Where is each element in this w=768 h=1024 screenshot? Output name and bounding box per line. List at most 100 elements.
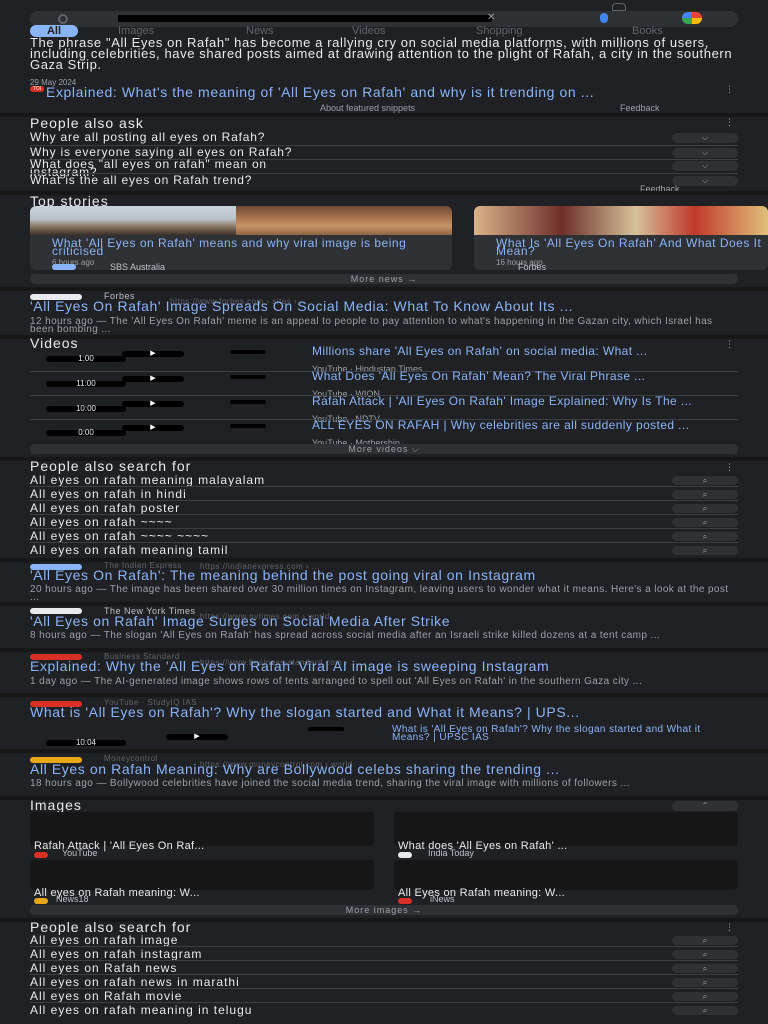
image-result[interactable] <box>30 860 374 890</box>
channel-logo-icon <box>230 350 266 354</box>
clear-icon[interactable]: ✕ <box>487 13 495 23</box>
related-search-text: All eyes on rafah in hindi <box>30 487 187 501</box>
search-icon[interactable]: ⌕ <box>672 978 738 987</box>
result-title-link[interactable]: 'All Eyes On Rafah': The meaning behind … <box>30 568 736 582</box>
mic-icon[interactable] <box>600 13 608 23</box>
video-side-title[interactable]: What is 'All Eyes on Rafah'? Why the slo… <box>392 725 732 743</box>
divider <box>0 335 768 339</box>
result-description: 12 hours ago — The 'All Eyes On Rafah' m… <box>30 316 713 335</box>
channel-logo-icon <box>308 727 344 731</box>
story-title[interactable]: What Is 'All Eyes On Rafah' And What Doe… <box>496 237 768 257</box>
related-search-text: All eyes on Rafah movie <box>30 989 183 1003</box>
chevron-down-icon[interactable]: ⌵ <box>672 148 738 158</box>
video-duration: 11:00 <box>46 380 126 388</box>
video-duration: 1:00 <box>46 355 126 363</box>
more-images-button[interactable]: More images → <box>30 905 738 915</box>
paa-item[interactable]: Why are all posting all eyes on Rafah? ⌵ <box>30 131 738 146</box>
play-icon[interactable]: ▶ <box>166 733 228 740</box>
channel-logo-icon <box>230 375 266 379</box>
story-image <box>236 206 452 235</box>
lens-icon[interactable] <box>682 12 702 24</box>
search-icon[interactable]: ⌕ <box>672 532 738 541</box>
video-title[interactable]: Rafah Attack | 'All Eyes On Rafah' Image… <box>312 395 736 407</box>
result-title-link[interactable]: What is 'All Eyes on Rafah'? Why the slo… <box>30 705 736 719</box>
result-description: 1 day ago — The AI-generated image shows… <box>30 676 643 687</box>
more-options-icon[interactable]: ⋮ <box>725 118 734 127</box>
sbs-logo-icon <box>52 264 76 270</box>
related-search-text: All eyes on Rafah news <box>30 961 178 975</box>
image-result[interactable] <box>394 860 738 890</box>
related-search-text: All eyes on rafah image <box>30 933 179 947</box>
divider <box>0 796 768 800</box>
related-search-text: All eyes on rafah ~~~~ <box>30 515 173 529</box>
search-icon[interactable]: ⌕ <box>672 546 738 555</box>
related-search-item[interactable]: All eyes on rafah meaning tamil ⌕ <box>30 544 738 559</box>
search-icon[interactable]: ⌕ <box>672 518 738 527</box>
story-card[interactable]: What 'All Eyes on Rafah' means and why v… <box>30 206 452 270</box>
related-search-text: All eyes on rafah poster <box>30 501 181 515</box>
story-source: SBS Australia <box>110 262 166 270</box>
paa-question: What is the all eyes on Rafah trend? <box>30 173 253 187</box>
image-caption[interactable]: All Eyes on Rafah meaning: W... <box>398 888 565 899</box>
channel-logo-icon <box>230 424 266 428</box>
search-icon[interactable]: ⌕ <box>672 950 738 959</box>
search-icon[interactable]: ⌕ <box>672 964 738 973</box>
chevron-up-icon[interactable]: ⌃ <box>672 801 738 811</box>
account-icon[interactable] <box>612 3 626 11</box>
search-icon[interactable]: ⌕ <box>672 504 738 513</box>
image-caption[interactable]: What does 'All Eyes on Rafah' ... <box>398 841 567 852</box>
image-caption[interactable]: Rafah Attack | 'All Eyes On Raf... <box>34 841 204 852</box>
image-source: India Today <box>428 848 474 858</box>
result-description: 18 hours ago — Bollywood celebrities hav… <box>30 778 630 789</box>
result-title-link[interactable]: Explained: Why the 'All Eyes on Rafah' V… <box>30 659 736 673</box>
play-icon[interactable]: ▶ <box>122 375 184 382</box>
video-item[interactable]: 0:00 ▶ ALL EYES ON RAFAH | Why celebriti… <box>30 419 738 448</box>
chevron-down-icon[interactable]: ⌵ <box>672 176 738 186</box>
paa-title: People also ask <box>30 115 144 131</box>
more-videos-button[interactable]: More videos ⌵ <box>30 444 738 454</box>
related-search-text: All eyes on rafah news in marathi <box>30 975 240 989</box>
result-title-link[interactable]: 'All Eyes On Rafah' Image Spreads On Soc… <box>30 299 736 313</box>
video-duration: 0:00 <box>46 429 126 437</box>
story-image <box>30 206 236 235</box>
play-icon[interactable]: ▶ <box>122 350 184 357</box>
chevron-down-icon[interactable]: ⌵ <box>672 161 738 171</box>
pasf-title: People also search for <box>30 919 192 935</box>
play-icon[interactable]: ▶ <box>122 400 184 407</box>
youtube-favicon-icon <box>34 852 48 858</box>
image-source: iNews <box>430 894 455 904</box>
pasf-title: People also search for <box>30 458 192 474</box>
result-title-link[interactable]: 'All Eyes on Rafah' Image Surges on Soci… <box>30 614 736 628</box>
search-icon[interactable]: ⌕ <box>672 1006 738 1015</box>
search-icon[interactable]: ⌕ <box>672 992 738 1001</box>
video-duration: 10:00 <box>46 405 126 413</box>
image-source: News18 <box>56 894 89 904</box>
more-options-icon[interactable]: ⋮ <box>725 923 734 932</box>
related-search-text: All eyes on rafah meaning in telugu <box>30 1003 253 1017</box>
more-options-icon[interactable]: ⋮ <box>725 85 734 94</box>
related-search-item[interactable]: All eyes on rafah meaning in telugu ⌕ <box>30 1003 738 1019</box>
indiatoday-favicon-icon <box>398 852 412 858</box>
paa-item[interactable]: What is the all eyes on Rafah trend? ⌵ <box>30 173 738 189</box>
play-icon[interactable]: ▶ <box>122 424 184 431</box>
search-icon[interactable]: ⌕ <box>672 476 738 485</box>
story-card[interactable]: What Is 'All Eyes On Rafah' And What Doe… <box>474 206 768 270</box>
about-featured-snippets[interactable]: About featured snippets <box>320 103 415 113</box>
featured-title-link[interactable]: Explained: What's the meaning of 'All Ey… <box>46 85 736 99</box>
related-search-text: All eyes on rafah meaning malayalam <box>30 473 266 487</box>
video-title[interactable]: What Does 'All Eyes On Rafah' Mean? The … <box>312 370 736 382</box>
result-title-link[interactable]: All Eyes on Rafah Meaning: Why are Bolly… <box>30 762 736 776</box>
image-source: YouTube <box>62 848 98 858</box>
story-source: Forbes <box>518 262 547 270</box>
video-title[interactable]: Millions share 'All Eyes on Rafah' on so… <box>312 345 736 357</box>
search-input[interactable] <box>118 15 492 22</box>
divider <box>0 693 768 697</box>
video-title[interactable]: ALL EYES ON RAFAH | Why celebrities are … <box>312 419 736 431</box>
search-icon[interactable]: ⌕ <box>672 490 738 499</box>
search-icon[interactable]: ⌕ <box>672 936 738 945</box>
chevron-down-icon[interactable]: ⌵ <box>672 133 738 143</box>
more-news-button[interactable]: More news → <box>30 274 738 284</box>
story-title[interactable]: What 'All Eyes on Rafah' means and why v… <box>52 237 452 257</box>
feedback-link[interactable]: Feedback <box>620 103 660 113</box>
more-options-icon[interactable]: ⋮ <box>725 463 734 472</box>
